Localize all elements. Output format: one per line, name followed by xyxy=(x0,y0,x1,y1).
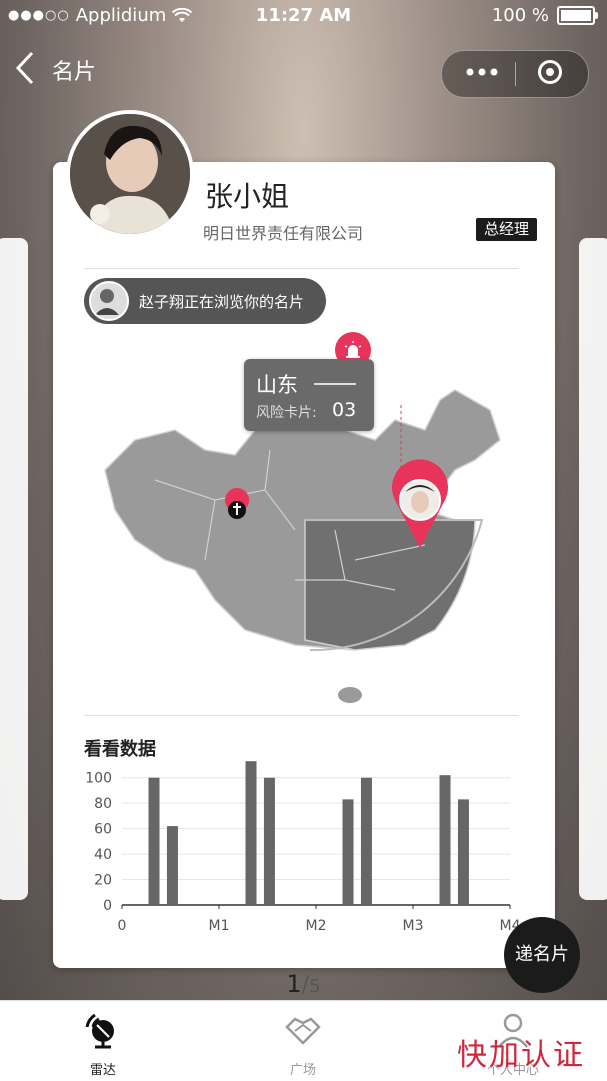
bar xyxy=(342,799,354,905)
battery-icon xyxy=(557,6,598,25)
mini-program-capsule xyxy=(441,50,589,98)
chart-title: 看看数据 xyxy=(84,739,156,760)
tab-radar[interactable]: 雷达 xyxy=(63,1011,143,1078)
bar xyxy=(263,777,275,905)
tooltip-line xyxy=(314,383,356,385)
divider xyxy=(84,715,518,716)
more-icon xyxy=(466,68,498,76)
y-tick-label: 40 xyxy=(94,847,112,863)
status-bar: ●●●○○ Applidium 11:27 AM 100 % xyxy=(0,0,607,32)
bar xyxy=(148,777,160,905)
tab-plaza[interactable]: 广场 xyxy=(263,1011,343,1078)
y-tick-label: 20 xyxy=(94,873,112,889)
pager: 1/5 xyxy=(0,970,607,998)
province-tooltip: 山东 风险卡片: 03 xyxy=(244,359,374,431)
y-tick-label: 0 xyxy=(103,898,112,914)
divider xyxy=(84,268,518,269)
bar xyxy=(457,799,469,905)
browsing-text: 赵子翔正在浏览你的名片 xyxy=(139,292,305,311)
bar xyxy=(360,777,372,905)
x-tick-label: M1 xyxy=(209,918,230,934)
avatar[interactable] xyxy=(66,110,194,238)
pager-total: 5 xyxy=(309,976,321,997)
contact-name: 张小姐 xyxy=(205,180,290,213)
viewer-avatar xyxy=(89,281,129,321)
company-name: 明日世界责任有限公司 xyxy=(203,224,364,243)
bar xyxy=(166,826,178,905)
x-tick-label: M2 xyxy=(306,918,327,934)
radar-icon xyxy=(85,1013,114,1049)
bar-chart: 0204060801000 M1 M2 M3 M4 xyxy=(85,761,520,934)
x-tick-label: 0 xyxy=(118,918,127,934)
y-tick-label: 60 xyxy=(94,822,112,838)
risk-label: 风险卡片: xyxy=(256,405,317,421)
record-icon[interactable] xyxy=(538,60,562,84)
tab-label: 雷达 xyxy=(89,1063,116,1078)
avatar-portrait xyxy=(70,114,190,234)
y-tick-label: 100 xyxy=(85,771,112,787)
more-button[interactable] xyxy=(464,55,500,92)
x-tick-label: M3 xyxy=(403,918,424,934)
risk-value: 03 xyxy=(332,399,357,421)
pager-current: 1 xyxy=(286,970,302,998)
back-button[interactable] xyxy=(14,50,36,92)
chevron-left-icon xyxy=(15,51,34,85)
y-tick-label: 80 xyxy=(94,796,112,812)
pager-separator: / xyxy=(301,973,310,998)
siren-icon xyxy=(344,341,362,358)
capsule-divider xyxy=(515,62,516,86)
job-title-badge: 总经理 xyxy=(476,218,538,241)
bar xyxy=(439,775,451,905)
previous-card[interactable] xyxy=(0,238,28,900)
handshake-icon xyxy=(285,1017,321,1045)
province-name: 山东 xyxy=(256,373,298,397)
bar xyxy=(245,761,257,905)
browsing-notice[interactable]: 赵子翔正在浏览你的名片 xyxy=(84,278,326,324)
next-card[interactable] xyxy=(579,238,607,900)
page-title: 名片 xyxy=(52,60,97,85)
watermark-text: 快加认证 xyxy=(457,1038,585,1073)
battery-label: 100 % xyxy=(491,5,549,26)
tab-label: 广场 xyxy=(289,1063,316,1078)
nav-bar: 名片 xyxy=(0,40,607,98)
